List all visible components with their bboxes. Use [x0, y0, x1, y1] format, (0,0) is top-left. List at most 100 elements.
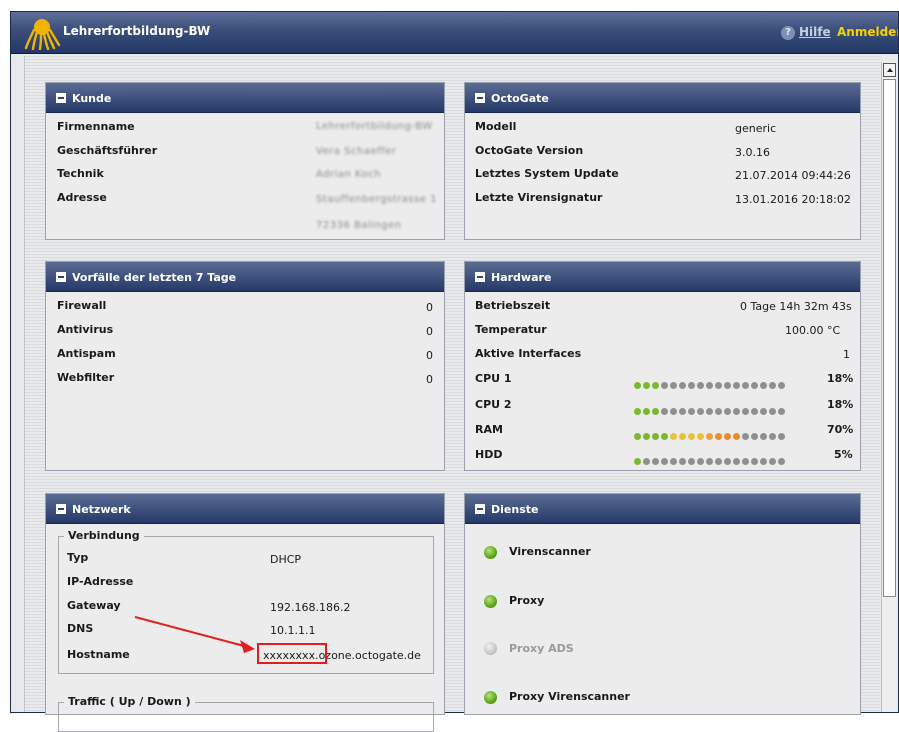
- meter-dot: [697, 382, 704, 389]
- meter-dot: [661, 433, 668, 440]
- app-title: Lehrerfortbildung-BW: [63, 24, 211, 38]
- vorfaelle-count: 0: [426, 325, 433, 338]
- meter-dot: [751, 408, 758, 415]
- scroll-thumb[interactable]: [883, 79, 896, 597]
- vorfaelle-label: Antispam: [57, 347, 116, 360]
- octopus-logo-icon: [24, 19, 61, 50]
- meter-dot: [724, 433, 731, 440]
- kunde-label: Technik: [57, 167, 104, 180]
- meter-label: RAM: [475, 423, 503, 436]
- meter-dot: [706, 458, 713, 465]
- panel-vorfaelle: Vorfälle der letzten 7 Tage: [45, 261, 445, 471]
- help-link[interactable]: Hilfe: [799, 25, 831, 39]
- octogate-value: 13.01.2016 20:18:02: [735, 193, 851, 206]
- octogate-value: 21.07.2014 09:44:26: [735, 169, 851, 182]
- panel-header[interactable]: Vorfälle der letzten 7 Tage: [46, 262, 444, 292]
- meter-dot: [751, 458, 758, 465]
- collapse-icon[interactable]: [475, 504, 485, 514]
- meter-dot: [751, 382, 758, 389]
- meter-dot: [688, 408, 695, 415]
- meter-dot: [778, 433, 785, 440]
- collapse-icon[interactable]: [475, 93, 485, 103]
- hardware-label: Betriebszeit: [475, 299, 551, 312]
- title-bar: Lehrerfortbildung-BW ? Hilfe Anmelden: [11, 12, 898, 54]
- meter-dot: [769, 458, 776, 465]
- login-link[interactable]: Anmelden: [837, 25, 898, 39]
- meter-dot: [724, 382, 731, 389]
- meter-dot: [652, 382, 659, 389]
- meter-dot: [634, 408, 641, 415]
- meter-dot: [715, 458, 722, 465]
- meter-dot: [733, 382, 740, 389]
- meter-dot: [643, 382, 650, 389]
- vertical-scrollbar[interactable]: [881, 62, 897, 712]
- cpu2-meter: [634, 400, 787, 419]
- meter-dot: [634, 433, 641, 440]
- meter-dot: [652, 433, 659, 440]
- panel-header[interactable]: Hardware: [465, 262, 860, 292]
- meter-dot: [661, 458, 668, 465]
- panel-header[interactable]: Netzwerk: [46, 494, 444, 524]
- meter-percent: 18%: [827, 398, 854, 411]
- meter-label: HDD: [475, 448, 503, 461]
- collapse-icon[interactable]: [56, 93, 66, 103]
- hardware-value: 0 Tage 14h 32m 43s: [740, 300, 852, 313]
- panel-octogate: OctoGate: [464, 82, 861, 240]
- meter-dot: [760, 458, 767, 465]
- help-icon[interactable]: ?: [781, 26, 795, 40]
- service-proxy-virenscanner: Proxy Virenscanner: [509, 690, 630, 703]
- vorfaelle-count: 0: [426, 301, 433, 314]
- meter-dot: [733, 458, 740, 465]
- vorfaelle-label: Firewall: [57, 299, 107, 312]
- verbindung-legend: Verbindung: [64, 529, 144, 542]
- meter-dot: [778, 458, 785, 465]
- hardware-value: 100.00 °C: [785, 324, 841, 337]
- meter-dot: [742, 408, 749, 415]
- service-virenscanner: Virenscanner: [509, 545, 591, 558]
- meter-dot: [751, 433, 758, 440]
- hardware-value: 1: [843, 348, 850, 361]
- panel-header[interactable]: OctoGate: [465, 83, 860, 113]
- meter-dot: [715, 408, 722, 415]
- meter-percent: 5%: [834, 448, 853, 461]
- panel-header[interactable]: Dienste: [465, 494, 860, 524]
- vorfaelle-count: 0: [426, 349, 433, 362]
- collapse-icon[interactable]: [475, 272, 485, 282]
- meter-dot: [715, 433, 722, 440]
- hardware-label: Temperatur: [475, 323, 547, 336]
- collapse-icon[interactable]: [56, 504, 66, 514]
- meter-dot: [697, 458, 704, 465]
- netzwerk-label: Gateway: [67, 599, 121, 612]
- meter-dot: [760, 408, 767, 415]
- kunde-address-line2-redacted: 72336 Balingen: [316, 220, 402, 231]
- meter-dot: [733, 408, 740, 415]
- meter-dot: [652, 458, 659, 465]
- meter-dot: [769, 382, 776, 389]
- meter-dot: [706, 433, 713, 440]
- octogate-label: OctoGate Version: [475, 144, 584, 157]
- kunde-value-redacted: Adrian Koch: [316, 169, 382, 180]
- netzwerk-label: Typ: [67, 551, 89, 564]
- vorfaelle-label: Antivirus: [57, 323, 114, 336]
- kunde-label: Adresse: [57, 191, 107, 204]
- meter-dot: [643, 433, 650, 440]
- meter-dot: [706, 408, 713, 415]
- vorfaelle-label: Webfilter: [57, 371, 115, 384]
- meter-dot: [679, 382, 686, 389]
- meter-dot: [679, 408, 686, 415]
- ram-meter: [634, 425, 787, 444]
- netzwerk-label: IP-Adresse: [67, 575, 134, 588]
- panel-header[interactable]: Kunde: [46, 83, 444, 113]
- annotation-highlight-box: [257, 643, 327, 664]
- scroll-up-arrow-icon[interactable]: [883, 63, 896, 77]
- meter-dot: [742, 382, 749, 389]
- panel-title: OctoGate: [491, 92, 549, 105]
- meter-dot: [679, 458, 686, 465]
- collapse-icon[interactable]: [56, 272, 66, 282]
- traffic-legend: Traffic ( Up / Down ): [64, 695, 195, 708]
- meter-dot: [706, 382, 713, 389]
- meter-dot: [778, 382, 785, 389]
- meter-dot: [715, 382, 722, 389]
- panel-title: Vorfälle der letzten 7 Tage: [72, 271, 237, 284]
- status-on-icon: [484, 691, 497, 704]
